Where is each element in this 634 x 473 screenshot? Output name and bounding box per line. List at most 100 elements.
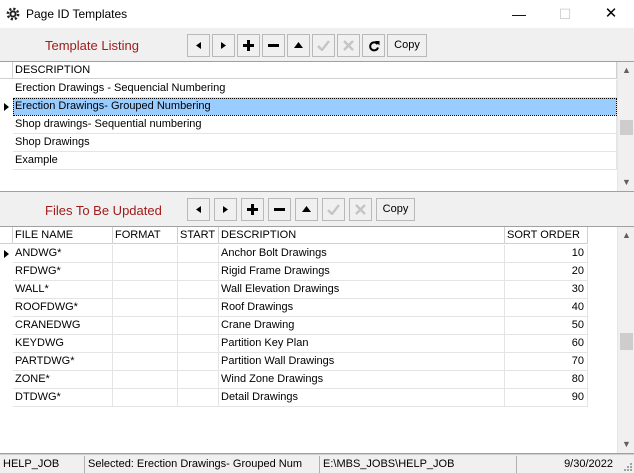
description-cell[interactable]: Detail Drawings [219, 389, 505, 407]
template-description-cell[interactable]: Erection Drawings- Grouped Numbering [13, 98, 617, 116]
triangle-up-icon [294, 42, 303, 48]
files-copy-button[interactable]: Copy [376, 198, 415, 221]
file-name-cell[interactable]: DTDWG* [13, 389, 113, 407]
x-icon [343, 40, 354, 51]
start-cell[interactable] [178, 281, 219, 299]
scroll-up-arrow-icon[interactable]: ▲ [618, 227, 634, 244]
cancel-file-button[interactable] [349, 198, 372, 221]
description-cell[interactable]: Rigid Frame Drawings [219, 263, 505, 281]
file-name-cell[interactable]: WALL* [13, 281, 113, 299]
first-record-button[interactable] [187, 34, 210, 57]
add-record-button[interactable] [237, 34, 260, 57]
format-cell[interactable] [113, 299, 178, 317]
sort-order-cell[interactable]: 10 [505, 245, 588, 263]
format-cell[interactable] [113, 317, 178, 335]
sort-order-cell[interactable]: 60 [505, 335, 588, 353]
description-cell[interactable]: Anchor Bolt Drawings [219, 245, 505, 263]
description-cell[interactable]: Partition Wall Drawings [219, 353, 505, 371]
file-name-cell[interactable]: PARTDWG* [13, 353, 113, 371]
description-cell[interactable]: Roof Drawings [219, 299, 505, 317]
file-name-cell[interactable]: ANDWG* [13, 245, 113, 263]
template-grid: DESCRIPTION Erection Drawings - Sequenci… [0, 61, 634, 192]
description-cell[interactable]: Wind Zone Drawings [219, 371, 505, 389]
check-icon [327, 204, 340, 215]
scroll-thumb[interactable] [620, 333, 633, 350]
close-button[interactable]: ✕ [588, 0, 634, 28]
refresh-button[interactable] [362, 34, 385, 57]
sort-order-cell[interactable]: 70 [505, 353, 588, 371]
file-name-cell[interactable]: ZONE* [13, 371, 113, 389]
files-grid: FILE NAME FORMAT START DESCRIPTION SORT … [0, 226, 634, 454]
resize-grip-icon[interactable] [622, 461, 633, 472]
description-cell[interactable]: Wall Elevation Drawings [219, 281, 505, 299]
start-cell[interactable] [178, 335, 219, 353]
start-column-header[interactable]: START [178, 227, 219, 244]
template-description-cell[interactable]: Example [13, 152, 617, 170]
files-to-be-updated-label: Files To Be Updated [45, 203, 162, 218]
plus-icon [247, 204, 258, 215]
sort-order-cell[interactable]: 80 [505, 371, 588, 389]
scroll-thumb[interactable] [620, 120, 633, 135]
format-cell[interactable] [113, 245, 178, 263]
template-description-cell[interactable]: Shop drawings- Sequential numbering [13, 116, 617, 134]
start-cell[interactable] [178, 353, 219, 371]
next-record-button[interactable] [212, 34, 235, 57]
start-cell[interactable] [178, 371, 219, 389]
template-copy-button[interactable]: Copy [387, 34, 427, 57]
file-name-cell[interactable]: KEYDWG [13, 335, 113, 353]
description-column-header[interactable]: DESCRIPTION [219, 227, 505, 244]
template-scrollbar[interactable]: ▲ ▼ [617, 62, 634, 191]
scroll-up-arrow-icon[interactable]: ▲ [618, 62, 634, 79]
triangle-up-icon [302, 206, 311, 212]
post-record-button[interactable] [312, 34, 335, 57]
file-name-cell[interactable]: RFDWG* [13, 263, 113, 281]
sort-order-cell[interactable]: 90 [505, 389, 588, 407]
start-cell[interactable] [178, 299, 219, 317]
start-cell[interactable] [178, 263, 219, 281]
format-cell[interactable] [113, 353, 178, 371]
format-cell[interactable] [113, 281, 178, 299]
minus-icon [268, 44, 279, 47]
template-description-cell[interactable]: Erection Drawings - Sequencial Numbering [13, 80, 617, 98]
files-scrollbar[interactable]: ▲ ▼ [617, 227, 634, 453]
description-column-header[interactable]: DESCRIPTION [13, 62, 617, 79]
sort-order-cell[interactable]: 20 [505, 263, 588, 281]
status-selected: Selected: Erection Drawings- Grouped Num [85, 456, 320, 473]
post-file-button[interactable] [322, 198, 345, 221]
format-cell[interactable] [113, 263, 178, 281]
start-cell[interactable] [178, 317, 219, 335]
file-name-cell[interactable]: CRANEDWG [13, 317, 113, 335]
sort-order-cell[interactable]: 30 [505, 281, 588, 299]
scroll-down-arrow-icon[interactable]: ▼ [618, 436, 634, 453]
plus-icon [243, 40, 254, 51]
scroll-down-arrow-icon[interactable]: ▼ [618, 174, 634, 191]
sort-order-column-header[interactable]: SORT ORDER [505, 227, 588, 244]
cancel-record-button[interactable] [337, 34, 360, 57]
edit-file-button[interactable] [295, 198, 318, 221]
description-cell[interactable]: Crane Drawing [219, 317, 505, 335]
file-name-column-header[interactable]: FILE NAME [13, 227, 113, 244]
add-file-button[interactable] [241, 198, 264, 221]
file-name-cell[interactable]: ROOFDWG* [13, 299, 113, 317]
delete-file-button[interactable] [268, 198, 291, 221]
format-cell[interactable] [113, 335, 178, 353]
title-bar: Page ID Templates — ☐ ✕ [0, 0, 634, 28]
maximize-button[interactable]: ☐ [542, 0, 588, 28]
description-cell[interactable]: Partition Key Plan [219, 335, 505, 353]
delete-record-button[interactable] [262, 34, 285, 57]
template-description-cell[interactable]: Shop Drawings [13, 134, 617, 152]
sort-order-cell[interactable]: 50 [505, 317, 588, 335]
indicator-column-header [0, 62, 13, 79]
start-cell[interactable] [178, 389, 219, 407]
status-date: 9/30/2022 [564, 458, 613, 470]
format-cell[interactable] [113, 371, 178, 389]
edit-record-button[interactable] [287, 34, 310, 57]
format-column-header[interactable]: FORMAT [113, 227, 178, 244]
sort-order-cell[interactable]: 40 [505, 299, 588, 317]
next-file-button[interactable] [214, 198, 237, 221]
start-cell[interactable] [178, 245, 219, 263]
first-file-button[interactable] [187, 198, 210, 221]
format-cell[interactable] [113, 389, 178, 407]
minimize-button[interactable]: — [496, 0, 542, 28]
indicator-column-header [0, 227, 13, 244]
